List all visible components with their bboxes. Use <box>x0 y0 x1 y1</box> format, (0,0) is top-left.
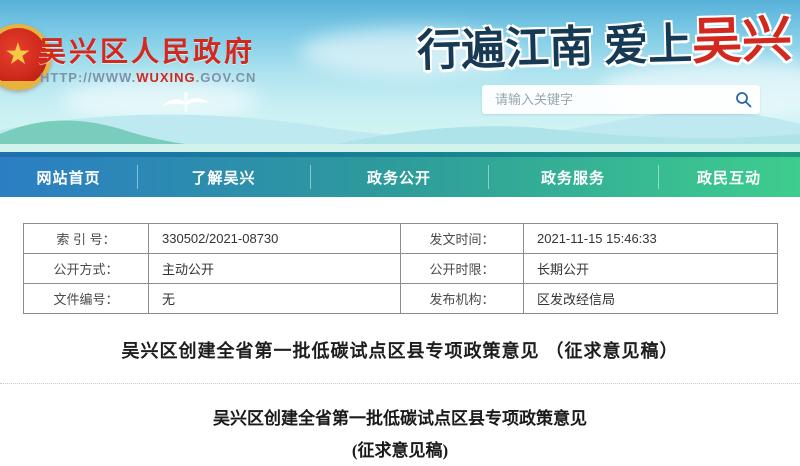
nav-item-gov-info[interactable]: 政务公开 <box>310 157 488 197</box>
star-icon: ★ <box>5 40 32 70</box>
article-body: 吴兴区创建全省第一批低碳试点区县专项政策意见 (征求意见稿) <box>0 403 800 466</box>
url-highlight: WUXING <box>136 70 195 85</box>
nav-item-gov-service[interactable]: 政务服务 <box>488 157 658 197</box>
publish-time-value: 2021-11-15 15:46:33 <box>524 224 778 254</box>
url-suffix: .GOV.CN <box>196 70 257 85</box>
egret-bird-icon <box>160 90 212 116</box>
table-row: 文件编号： 无 发布机构： 区发改经信局 <box>24 284 778 314</box>
index-number-label: 索 引 号： <box>24 224 149 254</box>
search-icon <box>735 91 752 108</box>
article-title-line1: 吴兴区创建全省第一批低碳试点区县专项政策意见 <box>0 403 800 435</box>
nav-item-home[interactable]: 网站首页 <box>0 157 137 197</box>
doc-number-value: 无 <box>149 284 401 314</box>
nav-item-interaction[interactable]: 政民互动 <box>658 157 800 197</box>
site-header: ★ 吴兴区人民政府 HTTP://WWW.WUXING.GOV.CN 行遍江南 … <box>0 0 800 152</box>
table-row: 索 引 号： 330502/2021-08730 发文时间： 2021-11-1… <box>24 224 778 254</box>
divider <box>0 383 800 384</box>
doc-number-label: 文件编号： <box>24 284 149 314</box>
table-row: 公开方式： 主动公开 公开时限： 长期公开 <box>24 254 778 284</box>
site-url: HTTP://WWW.WUXING.GOV.CN <box>40 70 256 85</box>
url-prefix: HTTP://WWW. <box>40 70 136 85</box>
article-title-line2: (征求意见稿) <box>0 435 800 466</box>
disclosure-method-value: 主动公开 <box>149 254 401 284</box>
issuing-agency-value: 区发改经信局 <box>524 284 778 314</box>
site-title: 吴兴区人民政府 <box>38 30 255 70</box>
disclosure-period-label: 公开时限： <box>401 254 524 284</box>
issuing-agency-label: 发布机构： <box>401 284 524 314</box>
page-title: 吴兴区创建全省第一批低碳试点区县专项政策意见 （征求意见稿） <box>0 337 800 363</box>
index-number-value: 330502/2021-08730 <box>149 224 401 254</box>
search-button[interactable] <box>726 85 760 114</box>
slogan-part1: 行遍江南 爱上 <box>417 20 693 76</box>
banner-slogan: 行遍江南 爱上吴兴 <box>416 0 793 81</box>
search-input[interactable] <box>482 92 726 107</box>
disclosure-method-label: 公开方式： <box>24 254 149 284</box>
slogan-part2: 吴兴 <box>691 11 792 70</box>
main-nav: 网站首页 了解吴兴 政务公开 政务服务 政民互动 <box>0 157 800 197</box>
page: ★ 吴兴区人民政府 HTTP://WWW.WUXING.GOV.CN 行遍江南 … <box>0 0 800 466</box>
disclosure-period-value: 长期公开 <box>524 254 778 284</box>
search-box <box>482 85 760 114</box>
publish-time-label: 发文时间： <box>401 224 524 254</box>
doc-info-table: 索 引 号： 330502/2021-08730 发文时间： 2021-11-1… <box>23 223 778 314</box>
emblem-ribbon <box>1 81 35 89</box>
nav-item-about[interactable]: 了解吴兴 <box>137 157 310 197</box>
